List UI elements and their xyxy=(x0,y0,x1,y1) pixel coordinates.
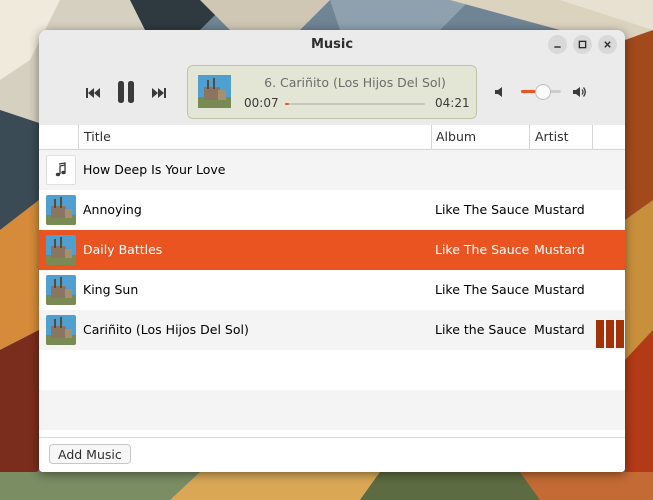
seek-slider[interactable] xyxy=(285,103,425,105)
minimize-icon xyxy=(554,46,561,48)
column-header-title[interactable]: Title xyxy=(84,125,111,149)
track-album: Like The Sauce xyxy=(435,282,530,297)
maximize-icon xyxy=(578,40,587,49)
album-cover xyxy=(46,195,76,225)
empty-row xyxy=(39,350,625,390)
volume-slider[interactable] xyxy=(521,84,561,100)
track-list: Title Album Artist How Deep Is Your Love xyxy=(39,125,625,437)
track-title: How Deep Is Your Love xyxy=(83,162,226,177)
track-title: King Sun xyxy=(83,282,139,297)
track-artist: Mustard xyxy=(534,282,585,297)
album-cover xyxy=(46,315,76,345)
now-playing-bars-icon xyxy=(596,320,624,348)
close-icon xyxy=(604,41,611,48)
footer-bar: Add Music xyxy=(39,437,625,472)
column-separator xyxy=(592,125,593,149)
track-artist: Mustard xyxy=(534,202,585,217)
minimize-button[interactable] xyxy=(548,35,567,54)
volume-high-icon xyxy=(573,87,586,97)
add-music-button[interactable]: Add Music xyxy=(49,444,131,464)
window-controls xyxy=(548,35,617,54)
track-album: Like the Sauce xyxy=(435,322,527,337)
close-button[interactable] xyxy=(598,35,617,54)
album-cover xyxy=(198,75,231,108)
track-title: Annoying xyxy=(83,202,142,217)
maximize-button[interactable] xyxy=(573,35,592,54)
track-title: Daily Battles xyxy=(83,242,163,257)
track-album: Like The Sauce xyxy=(435,242,530,257)
music-window: Music 6. Cariñito (Los Hijos Del Sol) 00… xyxy=(39,30,625,472)
album-cover xyxy=(46,235,76,265)
table-header: Title Album Artist xyxy=(39,125,625,150)
mute-button[interactable] xyxy=(493,85,507,99)
track-artist: Mustard xyxy=(534,242,585,257)
table-row[interactable]: King Sun Like The Sauce Mustard xyxy=(39,270,625,310)
pause-icon xyxy=(118,81,134,103)
table-row[interactable]: How Deep Is Your Love xyxy=(39,150,625,190)
track-artist: Mustard xyxy=(534,322,585,337)
elapsed-time: 00:07 xyxy=(244,96,279,110)
skip-back-icon xyxy=(86,88,100,98)
skip-forward-icon xyxy=(152,88,166,98)
music-note-icon xyxy=(55,162,66,177)
track-art xyxy=(46,155,76,185)
volume-low-icon xyxy=(495,87,502,97)
title-bar[interactable]: Music xyxy=(39,30,625,59)
album-cover xyxy=(46,275,76,305)
table-row[interactable]: Annoying Like The Sauce Mustard xyxy=(39,190,625,230)
column-separator xyxy=(431,125,432,149)
pause-button[interactable] xyxy=(113,77,139,107)
previous-button[interactable] xyxy=(83,83,103,103)
player-toolbar: 6. Cariñito (Los Hijos Del Sol) 00:07 04… xyxy=(39,59,625,126)
seek-progress xyxy=(285,103,290,105)
column-separator xyxy=(529,125,530,149)
volume-knob[interactable] xyxy=(535,84,551,100)
column-header-artist[interactable]: Artist xyxy=(535,125,568,149)
now-playing-title: 6. Cariñito (Los Hijos Del Sol) xyxy=(264,75,446,90)
empty-row xyxy=(39,390,625,430)
now-playing-panel: 6. Cariñito (Los Hijos Del Sol) 00:07 04… xyxy=(187,65,477,119)
total-time: 04:21 xyxy=(435,96,470,110)
track-title: Cariñito (Los Hijos Del Sol) xyxy=(83,322,249,337)
next-button[interactable] xyxy=(149,83,169,103)
max-volume-button[interactable] xyxy=(572,84,588,100)
table-row-playing[interactable]: Cariñito (Los Hijos Del Sol) Like the Sa… xyxy=(39,310,625,350)
track-album: Like The Sauce xyxy=(435,202,530,217)
window-title: Music xyxy=(310,37,354,52)
column-header-album[interactable]: Album xyxy=(436,125,476,149)
table-row-selected[interactable]: Daily Battles Like The Sauce Mustard xyxy=(39,230,625,270)
column-separator xyxy=(78,125,79,149)
